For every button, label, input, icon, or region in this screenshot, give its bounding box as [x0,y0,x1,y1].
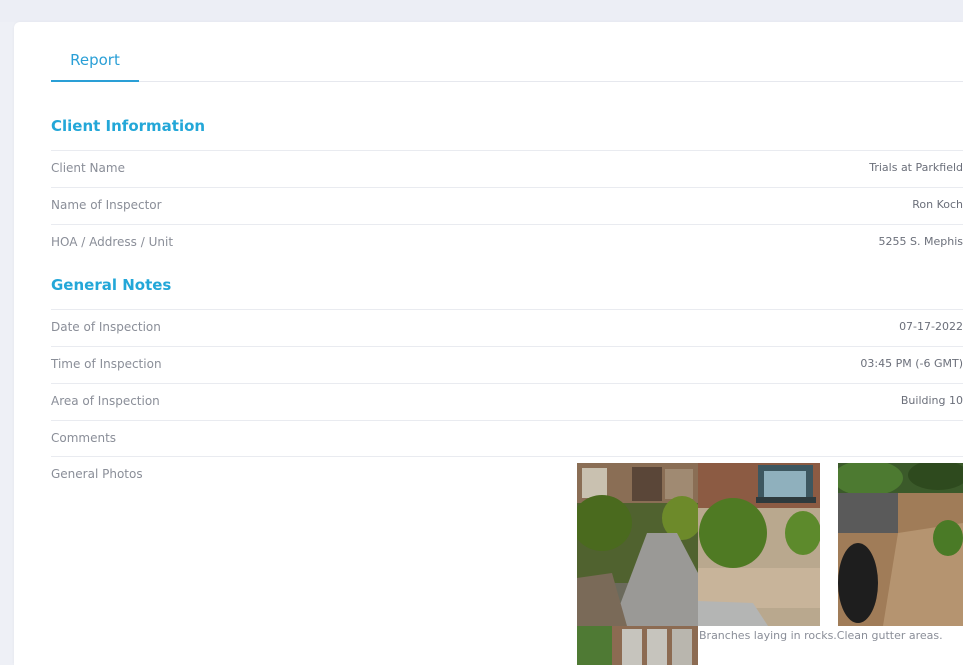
inspector-name-row: Name of Inspector Ron Koch [51,187,963,224]
client-name-value: Trials at Parkfield [869,161,963,174]
time-of-inspection-value: 03:45 PM (-6 GMT) [860,357,963,370]
general-notes-heading: General Notes [51,276,172,294]
comments-row: Comments [51,420,963,457]
inspection-photo-walkway[interactable] [577,463,698,626]
comments-label: Comments [51,431,117,445]
inspection-photo-shrubs[interactable] [698,463,820,626]
report-card: Report Client Information Client Name Tr… [14,22,963,665]
address-row: HOA / Address / Unit 5255 S. Mephis [51,224,963,261]
top-bar [0,0,963,22]
inspector-name-value: Ron Koch [912,198,963,211]
time-of-inspection-label: Time of Inspection [51,357,162,371]
inspector-name-label: Name of Inspector [51,198,162,212]
date-of-inspection-value: 07-17-2022 [899,320,963,333]
photo-caption: Branches laying in rocks.Clean gutter ar… [699,629,943,642]
area-of-inspection-value: Building 10 [900,394,963,407]
tab-bar: Report [51,22,963,82]
date-of-inspection-label: Date of Inspection [51,320,161,334]
tab-report[interactable]: Report [51,48,139,82]
address-value: 5255 S. Mephis [878,235,963,248]
inspection-photo-rocks[interactable] [838,463,963,626]
address-label: HOA / Address / Unit [51,235,174,249]
client-information-heading: Client Information [51,117,206,135]
date-of-inspection-row: Date of Inspection 07-17-2022 [51,309,963,346]
client-name-label: Client Name [51,161,125,175]
client-name-row: Client Name Trials at Parkfield [51,150,963,187]
area-of-inspection-row: Area of Inspection Building 10 [51,383,963,420]
inspection-photo-building[interactable] [577,626,698,665]
area-of-inspection-label: Area of Inspection [51,394,160,408]
general-photos-label: General Photos [51,467,143,481]
time-of-inspection-row: Time of Inspection 03:45 PM (-6 GMT) [51,346,963,383]
